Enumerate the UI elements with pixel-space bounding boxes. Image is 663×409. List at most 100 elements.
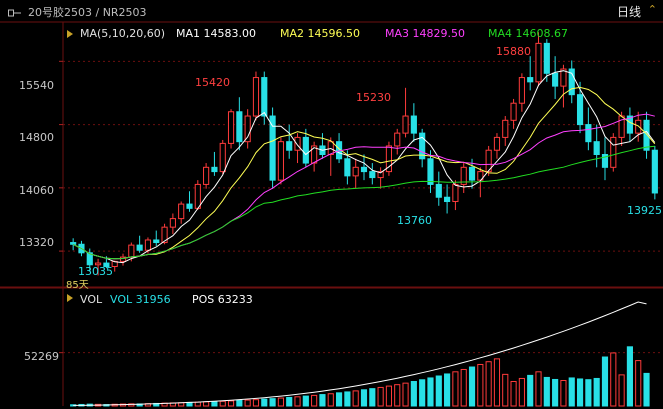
volume-bar (377, 386, 384, 407)
volume-bar (502, 373, 509, 407)
candle-body (510, 102, 517, 121)
low-annotation: 13760 (397, 214, 432, 227)
y-tick: 13320 (19, 236, 54, 249)
volume-bar (327, 393, 334, 407)
candle-body (610, 136, 617, 168)
volume-bar (344, 391, 351, 407)
candle-body (352, 166, 359, 177)
candle-body (286, 141, 293, 151)
volume-bar (427, 377, 434, 407)
candle-body (593, 141, 600, 155)
ma2-legend: MA2 14596.50 (280, 27, 360, 40)
volume-bar (527, 374, 534, 407)
volume-bar (410, 381, 417, 407)
volume-bar (319, 394, 326, 407)
candle-body (211, 166, 218, 173)
candle-body (227, 111, 235, 144)
candle-body (643, 119, 650, 151)
volume-bar (219, 400, 226, 407)
days-annotation: 85天 (66, 280, 89, 291)
high-annotation: 15230 (356, 91, 391, 104)
kline-chart[interactable] (0, 0, 663, 409)
ma1-legend: MA1 14583.00 (176, 27, 256, 40)
last-low-annotation: 13925 (627, 204, 662, 217)
volume-bar (269, 398, 276, 407)
candle-body (427, 158, 434, 185)
candle-body (261, 77, 268, 117)
volume-bar (552, 378, 559, 407)
volume-bar (352, 390, 359, 407)
ma3-legend: MA3 14829.50 (385, 27, 465, 40)
volume-bar (493, 358, 501, 407)
candle-body (394, 132, 401, 147)
candle-body (128, 244, 135, 258)
volume-bar (385, 385, 393, 407)
volume-bar (535, 371, 542, 407)
vol-legend-arrow-icon[interactable] (67, 294, 73, 302)
candle-body (410, 115, 417, 134)
candle-body (543, 42, 550, 74)
volume-bar (518, 377, 525, 407)
vol-legend-label: VOL (80, 293, 103, 306)
volume-bar (593, 377, 600, 407)
volume-bar (360, 389, 368, 407)
main-legend-arrow-icon[interactable] (67, 30, 73, 38)
candle-body (194, 183, 201, 209)
y-tick: 15540 (19, 79, 54, 92)
volume-bar (419, 379, 426, 407)
volume-bar (477, 363, 484, 407)
candle-body (402, 115, 409, 134)
volume-bar (568, 377, 575, 407)
candle-body (302, 136, 309, 164)
volume-bar (485, 361, 492, 407)
volume-bar (311, 394, 318, 407)
candle-body (635, 119, 642, 134)
candle-body (277, 141, 284, 181)
candle-body (576, 94, 584, 126)
volume-bar (585, 379, 592, 407)
candlesticks (70, 32, 658, 276)
candle-body (219, 142, 226, 173)
volume-bar (277, 397, 284, 407)
volume-bar (227, 400, 235, 407)
candle-body (153, 239, 160, 244)
candle-body (236, 111, 243, 143)
volume-bar (294, 396, 301, 407)
vol-legend-value: VOL 31956 (110, 293, 171, 306)
candle-body (344, 158, 351, 177)
candle-body (169, 218, 176, 228)
candle-body (527, 77, 534, 83)
candle-body (178, 203, 185, 220)
volume-bar (444, 373, 451, 407)
volume-bar (460, 368, 467, 407)
candle-body (244, 115, 251, 143)
volume-bar (335, 392, 343, 407)
volume-bar (252, 399, 260, 407)
candle-body (518, 77, 525, 104)
volume-bar (286, 396, 293, 407)
ma4-legend: MA4 14608.67 (488, 27, 568, 40)
volume-bar (452, 371, 459, 407)
volume-bar (369, 388, 376, 407)
y-tick: 14060 (19, 184, 54, 197)
candle-body (493, 136, 501, 151)
ma20-line (72, 113, 655, 260)
volume-bar (576, 378, 584, 407)
volume-bar (194, 401, 201, 407)
candle-body (186, 203, 193, 209)
volume-bar (236, 399, 243, 407)
volume-bar (626, 346, 633, 407)
candle-body (70, 242, 77, 245)
candle-body (651, 149, 658, 194)
candle-body (435, 183, 442, 198)
volume-bar (543, 376, 550, 407)
volume-bar (635, 360, 642, 407)
candle-body (585, 124, 592, 143)
volume-bar (601, 356, 609, 407)
high-annotation: 15420 (195, 76, 230, 89)
candle-body (252, 77, 260, 117)
candle-body (552, 72, 559, 87)
volume-bars (70, 346, 650, 407)
ma-legend-label: MA(5,10,20,60) (80, 27, 166, 40)
candle-body (369, 171, 376, 179)
